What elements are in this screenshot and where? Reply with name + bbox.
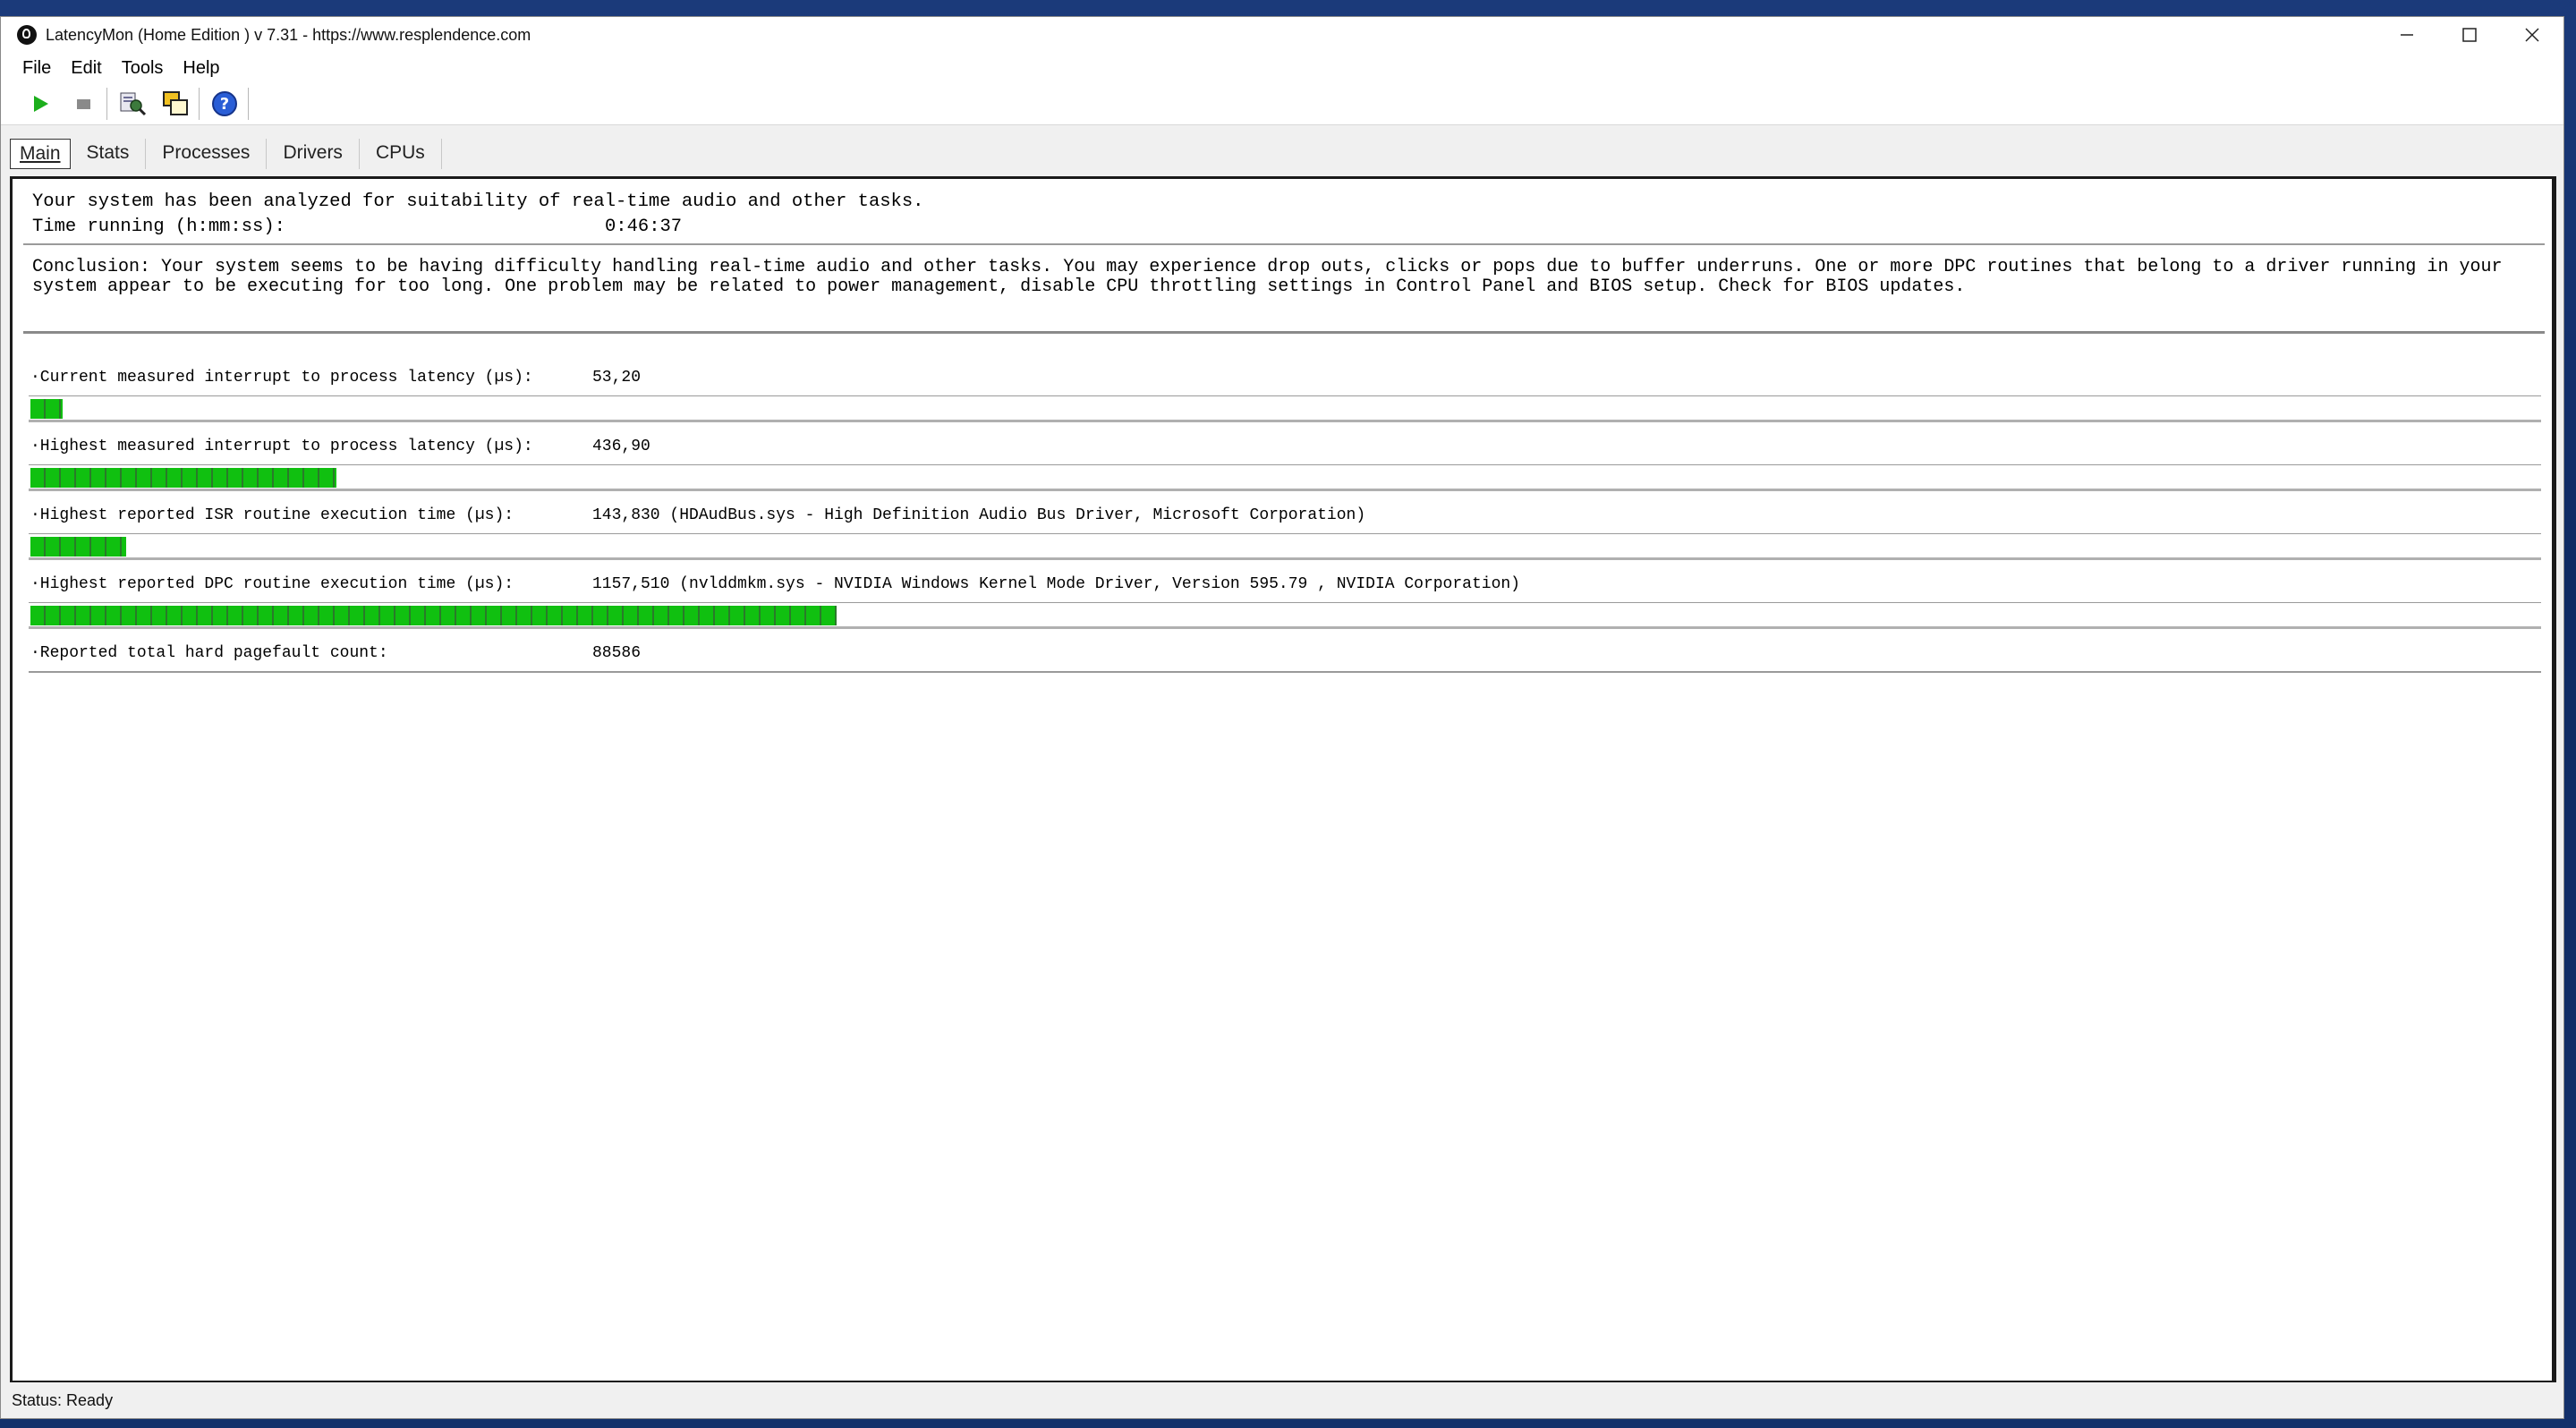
tab-processes[interactable]: Processes: [146, 139, 268, 169]
divider: [29, 464, 2541, 465]
toolbar-separator: [106, 88, 107, 120]
divider: [29, 533, 2541, 534]
metrics-list: ·Current measured interrupt to process l…: [29, 367, 2541, 678]
latencymon-app-icon: [17, 25, 37, 45]
title-bar: LatencyMon (Home Edition ) v 7.31 - http…: [1, 17, 2563, 53]
latency-bar: [30, 399, 63, 419]
time-running-label: Time running (h:mm:ss):: [32, 217, 285, 237]
metric-label: ·Highest measured interrupt to process l…: [30, 438, 533, 455]
search-report-icon: [120, 92, 147, 116]
time-running-value: 0:46:37: [605, 217, 683, 237]
copy-button[interactable]: [157, 86, 193, 122]
window-controls: [2376, 17, 2563, 53]
toolbar: ?: [1, 83, 2563, 125]
divider: [29, 626, 2541, 629]
window-title: LatencyMon (Home Edition ) v 7.31 - http…: [46, 25, 531, 44]
metric-value: 53,20: [592, 369, 642, 387]
stop-button[interactable]: [65, 86, 101, 122]
analysis-summary: Your system has been analyzed for suitab…: [23, 186, 2545, 245]
metric-value: 143,830 (HDAudBus.sys - High Definition …: [592, 506, 1366, 524]
metric-value: 88586: [592, 644, 642, 662]
metric-value: 1157,510 (nvlddmkm.sys - NVIDIA Windows …: [592, 575, 1520, 593]
metric-label: ·Current measured interrupt to process l…: [30, 369, 533, 387]
dpc-bar: [30, 606, 837, 625]
divider: [29, 395, 2541, 396]
menu-tools[interactable]: Tools: [122, 58, 164, 79]
metric-label: ·Highest reported DPC routine execution …: [30, 575, 514, 593]
metric-pagefault-count: ·Reported total hard pagefault count: 88…: [29, 642, 2541, 678]
isr-bar: [30, 537, 126, 557]
latency-bar: [30, 468, 336, 488]
menu-edit[interactable]: Edit: [71, 58, 101, 79]
app-window: LatencyMon (Home Edition ) v 7.31 - http…: [0, 16, 2564, 1419]
menu-help[interactable]: Help: [183, 58, 219, 79]
start-button[interactable]: [22, 86, 58, 122]
divider: [29, 489, 2541, 491]
report-button[interactable]: [115, 86, 150, 122]
metric-highest-latency: ·Highest measured interrupt to process l…: [29, 436, 2541, 505]
analysis-text: Your system has been analyzed for suitab…: [32, 191, 924, 212]
tab-main-label: Main: [20, 143, 61, 164]
conclusion-text: Conclusion: Your system seems to be havi…: [32, 257, 2503, 297]
metric-label: ·Reported total hard pagefault count:: [30, 644, 388, 662]
main-panel: Your system has been analyzed for suitab…: [10, 176, 2556, 1383]
metric-label: ·Highest reported ISR routine execution …: [30, 506, 514, 524]
metric-dpc-time: ·Highest reported DPC routine execution …: [29, 574, 2541, 642]
divider: [29, 671, 2541, 673]
maximize-button[interactable]: [2438, 17, 2501, 53]
help-icon: ?: [212, 91, 237, 116]
close-icon: [2525, 28, 2539, 42]
play-icon: [34, 96, 48, 112]
conclusion-box: Conclusion: Your system seems to be havi…: [23, 252, 2545, 334]
tab-processes-label: Processes: [162, 142, 251, 163]
divider: [29, 420, 2541, 422]
help-button[interactable]: ?: [207, 86, 242, 122]
tab-cpus-label: CPUs: [375, 142, 425, 163]
svg-text:?: ?: [220, 95, 229, 114]
tab-bar: Main Stats Processes Drivers CPUs: [10, 132, 442, 169]
metric-value: 436,90: [592, 438, 650, 455]
status-bar: Status: Ready: [1, 1382, 2563, 1418]
metric-isr-time: ·Highest reported ISR routine execution …: [29, 505, 2541, 574]
toolbar-separator: [248, 88, 249, 120]
tab-drivers[interactable]: Drivers: [267, 139, 360, 169]
tab-stats-label: Stats: [86, 142, 130, 163]
status-text: Status: Ready: [12, 1390, 114, 1409]
menu-bar: File Edit Tools Help: [1, 53, 2563, 83]
toolbar-separator: [199, 88, 200, 120]
tab-main[interactable]: Main: [10, 139, 71, 169]
tab-stats[interactable]: Stats: [71, 139, 147, 169]
minimize-button[interactable]: [2376, 17, 2438, 53]
maximize-icon: [2462, 28, 2477, 42]
tab-cpus[interactable]: CPUs: [360, 139, 442, 169]
tab-drivers-label: Drivers: [283, 142, 343, 163]
stop-icon: [77, 99, 90, 109]
divider: [29, 602, 2541, 603]
copy-windows-icon: [163, 91, 188, 115]
metric-current-latency: ·Current measured interrupt to process l…: [29, 367, 2541, 436]
divider: [29, 557, 2541, 560]
close-button[interactable]: [2501, 17, 2563, 53]
menu-file[interactable]: File: [22, 58, 51, 79]
minimize-icon: [2401, 34, 2413, 36]
